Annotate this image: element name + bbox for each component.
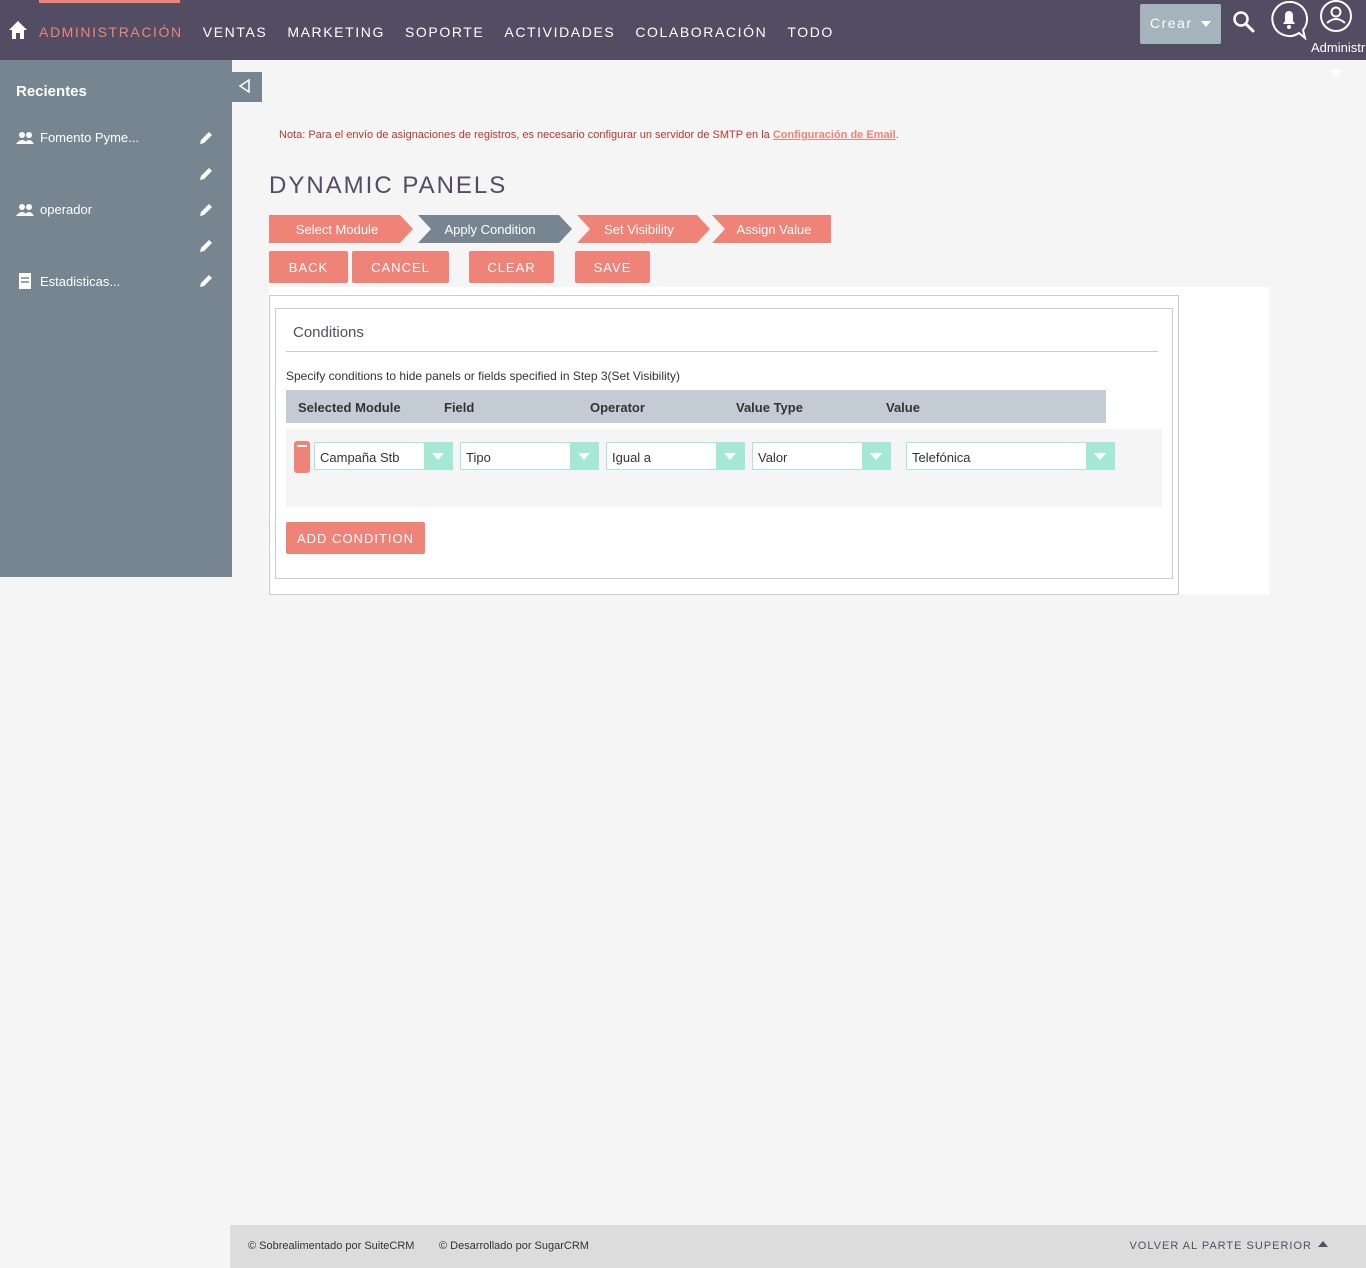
cancel-button[interactable]: CANCEL	[352, 251, 449, 283]
smtp-note: Nota: Para el envío de asignaciones de r…	[279, 129, 899, 141]
developed-by-sugarcrm[interactable]: © Desarrollado por SugarCRM	[439, 1240, 589, 1252]
powered-by-suitecrm[interactable]: © Sobrealimentado por SuiteCRM	[248, 1240, 414, 1252]
search-icon[interactable]	[1232, 10, 1256, 34]
clear-button[interactable]: CLEAR	[469, 251, 554, 283]
chevron-down-icon[interactable]	[424, 443, 452, 469]
recent-sidebar: Recientes Fomento Pyme... operador Estad…	[0, 60, 232, 577]
field-select[interactable]: Tipo	[460, 442, 599, 470]
nav-item-actividades[interactable]: ACTIVIDADES	[504, 24, 615, 40]
edit-pencil-icon[interactable]	[199, 167, 213, 181]
sidebar-item-operador[interactable]: operador	[16, 202, 92, 217]
back-to-top-link[interactable]: VOLVER AL PARTE SUPERIOR	[1129, 1240, 1312, 1252]
active-nav-indicator	[39, 0, 180, 3]
home-icon[interactable]	[8, 20, 28, 40]
back-button[interactable]: BACK	[269, 251, 348, 283]
header-field: Field	[444, 400, 475, 415]
conditions-description: Specify conditions to hide panels or fie…	[286, 369, 680, 383]
chevron-down-icon[interactable]	[570, 443, 598, 469]
edit-pencil-icon[interactable]	[199, 239, 213, 253]
remove-condition-button[interactable]	[294, 441, 310, 473]
add-condition-button[interactable]: ADD CONDITION	[286, 522, 425, 554]
user-name[interactable]: Administr	[1311, 40, 1365, 55]
crear-label: Crear	[1150, 15, 1193, 31]
value-select[interactable]: Telefónica	[906, 442, 1115, 470]
users-icon	[16, 203, 34, 216]
top-navbar: ADMINISTRACIÓN VENTAS MARKETING SOPORTE …	[0, 0, 1366, 77]
field-select-value: Tipo	[466, 450, 491, 465]
users-icon	[16, 131, 34, 144]
divider	[286, 351, 1158, 352]
conditions-title: Conditions	[293, 324, 364, 341]
value-select-value: Telefónica	[912, 450, 971, 465]
nav-item-administracion[interactable]: ADMINISTRACIÓN	[39, 24, 183, 40]
nav-item-ventas[interactable]: VENTAS	[203, 24, 268, 40]
sidebar-item-fomento[interactable]: Fomento Pyme...	[16, 130, 139, 145]
edit-pencil-icon[interactable]	[199, 274, 213, 288]
step-select-module[interactable]: Select Module	[269, 215, 405, 243]
nav-item-marketing[interactable]: MARKETING	[287, 24, 385, 40]
value-type-select[interactable]: Valor	[752, 442, 891, 470]
header-operator: Operator	[590, 400, 645, 415]
nav-item-colaboracion[interactable]: COLABORACIÓN	[635, 24, 767, 40]
note-text: Nota: Para el envío de asignaciones de r…	[279, 129, 773, 141]
user-menu-caret-icon[interactable]	[1329, 70, 1343, 77]
operator-select[interactable]: Igual a	[606, 442, 745, 470]
notifications-bell-icon[interactable]	[1270, 0, 1308, 40]
header-value-type: Value Type	[736, 400, 803, 415]
nav-item-todo[interactable]: TODO	[787, 24, 834, 40]
conditions-table-header: Selected Module Field Operator Value Typ…	[286, 390, 1106, 423]
sidebar-item-label: Fomento Pyme...	[40, 130, 139, 145]
collapse-sidebar-icon[interactable]	[232, 72, 262, 102]
step-apply-condition[interactable]: Apply Condition	[425, 215, 555, 243]
page-title: DYNAMIC PANELS	[269, 172, 508, 199]
module-select-value: Campaña Stb	[320, 450, 400, 465]
main-menu: ADMINISTRACIÓN VENTAS MARKETING SOPORTE …	[39, 24, 854, 40]
document-icon	[19, 273, 31, 289]
step-assign-value[interactable]: Assign Value	[721, 215, 827, 243]
operator-select-value: Igual a	[612, 450, 652, 465]
caret-down-icon	[1201, 21, 1211, 27]
note-end: .	[895, 129, 899, 141]
edit-pencil-icon[interactable]	[199, 203, 213, 217]
header-value: Value	[886, 400, 920, 415]
sidebar-item-label: Estadisticas...	[40, 273, 121, 289]
step-set-visibility[interactable]: Set Visibility	[585, 215, 693, 243]
module-select[interactable]: Campaña Stb	[314, 442, 453, 470]
sidebar-item-label: operador	[40, 202, 93, 217]
sidebar-title: Recientes	[16, 83, 87, 100]
save-button[interactable]: SAVE	[575, 251, 650, 283]
sidebar-item-estadisticas[interactable]: Estadisticas...	[16, 273, 120, 289]
nav-item-soporte[interactable]: SOPORTE	[405, 24, 484, 40]
edit-pencil-icon[interactable]	[199, 131, 213, 145]
value-type-select-value: Valor	[758, 450, 788, 465]
crear-button[interactable]: Crear	[1140, 4, 1221, 44]
header-selected-module: Selected Module	[298, 400, 401, 415]
chevron-down-icon[interactable]	[1086, 443, 1114, 469]
footer: © Sobrealimentado por SuiteCRM © Desarro…	[230, 1225, 1366, 1268]
user-avatar-icon[interactable]	[1318, 0, 1354, 34]
chevron-down-icon[interactable]	[862, 443, 890, 469]
chevron-down-icon[interactable]	[716, 443, 744, 469]
email-config-link[interactable]: Configuración de Email	[773, 129, 896, 141]
caret-up-icon[interactable]	[1318, 1241, 1328, 1247]
